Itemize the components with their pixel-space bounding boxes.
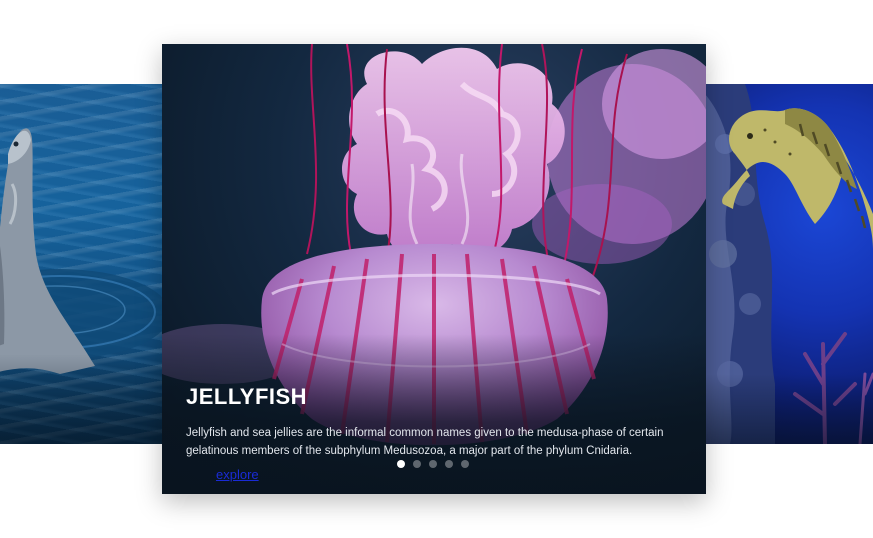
pagination-dot-4[interactable] <box>445 460 453 468</box>
slide-title: JELLYFISH <box>186 384 308 409</box>
pagination-dot-2[interactable] <box>413 460 421 468</box>
slide-description: Jellyfish and sea jellies are the inform… <box>186 427 664 457</box>
slide-seahorse[interactable] <box>705 84 873 444</box>
slide-jellyfish[interactable]: JELLYFISH Jellyfish and sea jellies are … <box>162 44 706 494</box>
pagination-dot-3[interactable] <box>429 460 437 468</box>
explore-link[interactable]: explore <box>216 467 259 482</box>
pagination-dot-5[interactable] <box>461 460 469 468</box>
image-shade <box>705 374 873 444</box>
image-shade <box>0 354 163 444</box>
pagination-dot-1[interactable] <box>397 460 405 468</box>
carousel-pagination <box>397 460 469 468</box>
slide-dolphin[interactable] <box>0 84 163 444</box>
